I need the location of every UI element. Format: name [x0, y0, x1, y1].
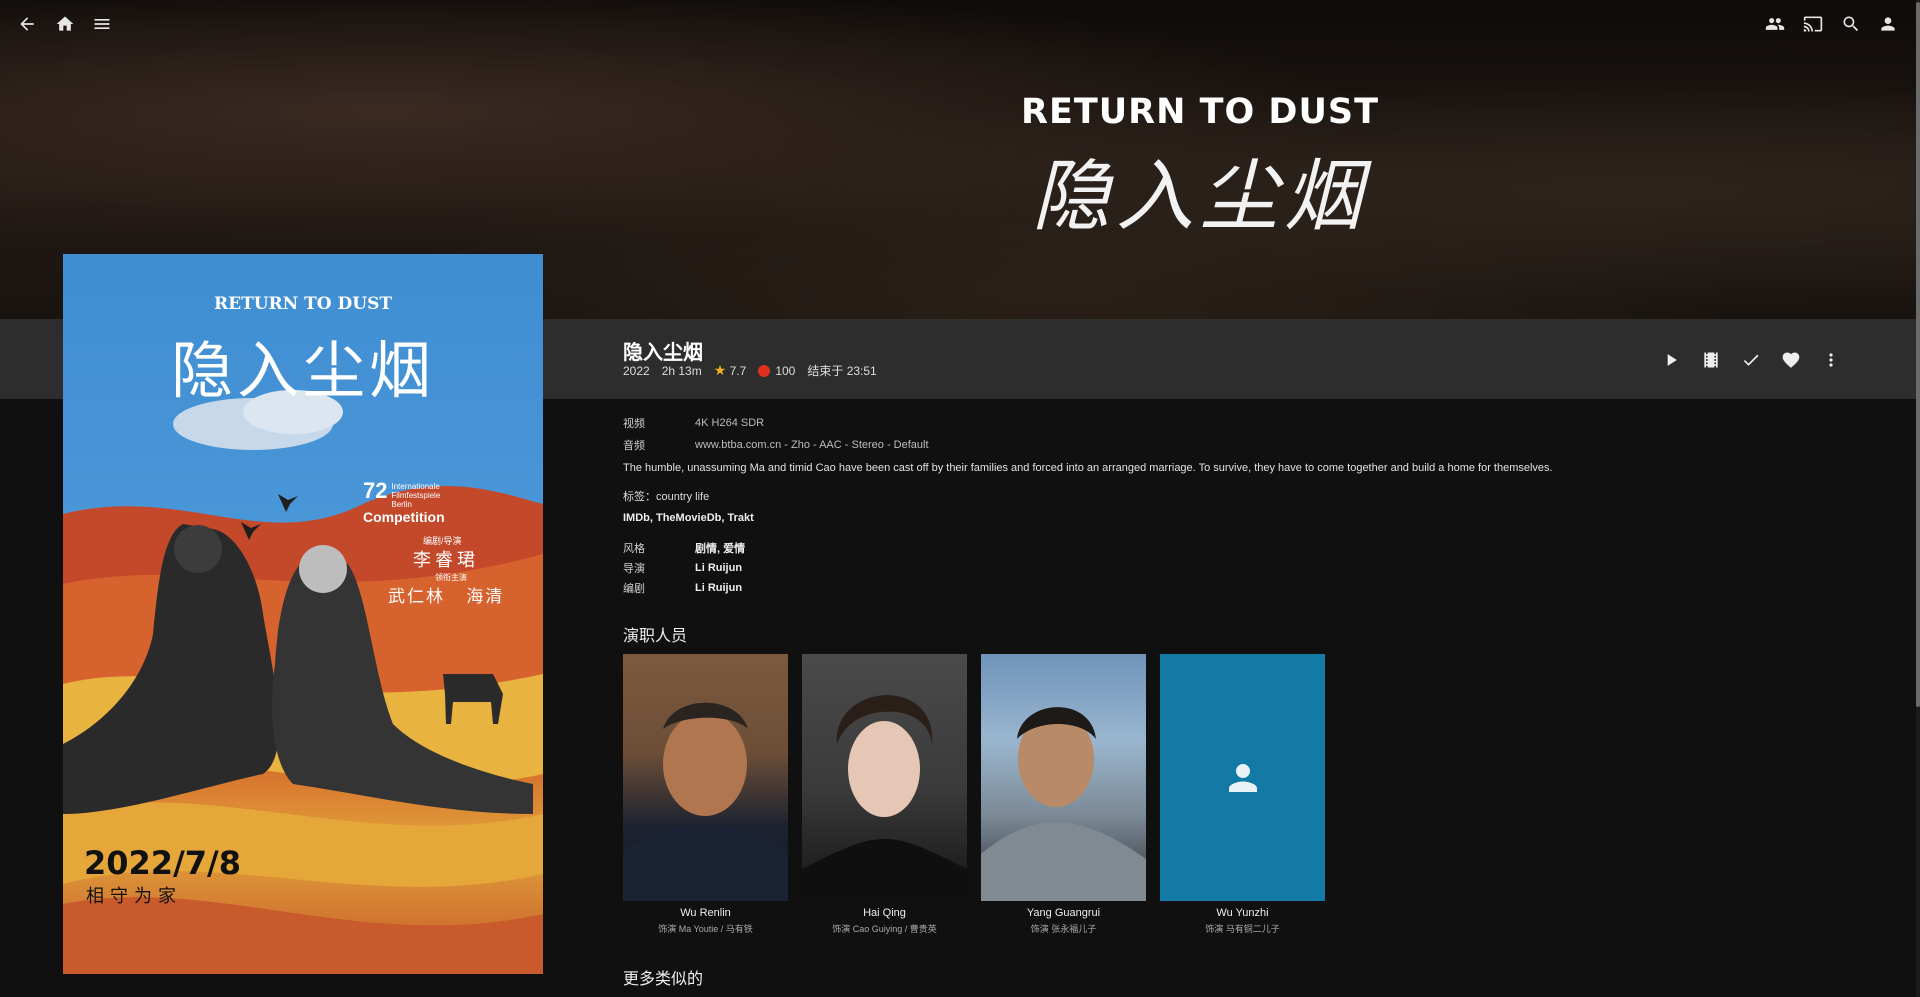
logo-english-title: RETURN TO DUST: [1021, 92, 1379, 132]
cast-photo[interactable]: [623, 654, 788, 901]
critic-rating-value: 100: [775, 363, 796, 378]
back-button[interactable]: [11, 8, 43, 40]
cast-role: 饰演 张永福儿子: [1030, 924, 1097, 934]
trailer-button[interactable]: [1695, 344, 1727, 376]
sync-play-button[interactable]: [1759, 8, 1791, 40]
item-runtime: 2h 13m: [661, 363, 702, 378]
favorite-heart-icon: [1782, 352, 1800, 368]
cast-name: Wu Yunzhi: [1216, 907, 1269, 919]
cast-button[interactable]: [1797, 8, 1829, 40]
back-arrow-icon: [20, 17, 34, 31]
more-button[interactable]: [1815, 344, 1847, 376]
mark-played-button[interactable]: [1735, 344, 1767, 376]
menu-button[interactable]: [86, 8, 118, 40]
user-button[interactable]: [1872, 8, 1904, 40]
video-label: 视频: [623, 418, 645, 430]
cast-card[interactable]: Wu Yunzhi 饰演 马有铜二儿子: [1160, 654, 1325, 935]
cast-list: Wu Renlin 饰演 Ma Youtie / 马有铁 Hai Qing 饰演…: [623, 654, 1325, 935]
external-links[interactable]: IMDb, TheMovieDb, Trakt: [623, 512, 1903, 524]
poster-release-date: 2022/7/8: [84, 844, 241, 882]
cast-card[interactable]: Wu Renlin 饰演 Ma Youtie / 马有铁: [623, 654, 788, 935]
search-icon: [1843, 16, 1859, 32]
item-year: 2022: [623, 363, 650, 378]
director-value[interactable]: Li Ruijun: [695, 562, 742, 574]
details-section: 视频 4K H264 SDR 音频 www.btba.com.cn - Zho …: [623, 412, 1903, 598]
person-portrait: [802, 695, 967, 901]
credits-block: 风格 剧情, 爱情 导演 Li Ruijun 编剧 Li Ruijun: [623, 538, 1903, 598]
video-info-row: 视频 4K H264 SDR: [623, 412, 1903, 434]
ends-at: 结束于 23:51: [807, 364, 877, 378]
poster-award-number: 72: [363, 478, 388, 503]
writer-label: 编剧: [623, 583, 645, 595]
critic-rating: 100: [758, 364, 795, 378]
cast-icon: [1803, 16, 1823, 32]
genre-value[interactable]: 剧情, 爱情: [695, 540, 745, 556]
director-row: 导演 Li Ruijun: [623, 558, 1903, 578]
item-title: 隐入尘烟: [623, 342, 703, 364]
genre-row: 风格 剧情, 爱情: [623, 538, 1903, 558]
director-label: 导演: [623, 563, 645, 575]
cast-photo[interactable]: [981, 654, 1146, 901]
title-logo: RETURN TO DUST 隐入尘烟: [1020, 92, 1380, 246]
audio-info-row[interactable]: 音频 www.btba.com.cn - Zho - AAC - Stereo …: [623, 434, 1903, 456]
poster-image[interactable]: RETURN TO DUST 隐入尘烟 72 Internationale Fi…: [63, 254, 543, 974]
poster-tagline: 相守为家: [86, 886, 182, 907]
cast-section-title: 演职人员: [623, 628, 688, 645]
person-portrait: [623, 702, 788, 901]
cast-role: 饰演 Cao Guiying / 曹贵英: [832, 924, 937, 934]
poster-award-text: Competition: [363, 509, 445, 525]
trailer-icon: [1704, 352, 1718, 368]
audio-label: 音频: [623, 440, 645, 452]
home-button[interactable]: [49, 8, 81, 40]
play-button[interactable]: [1655, 344, 1687, 376]
poster-title-chinese: 隐入尘烟: [170, 334, 435, 407]
logo-chinese-title: 隐入尘烟: [1031, 152, 1368, 242]
cast-name: Wu Renlin: [680, 907, 731, 919]
cast-role: 饰演 Ma Youtie / 马有铁: [658, 924, 753, 934]
writer-value[interactable]: Li Ruijun: [695, 582, 742, 594]
user-icon: [1881, 17, 1895, 31]
writer-row: 编剧 Li Ruijun: [623, 578, 1903, 598]
tags-line[interactable]: 标签：country life: [623, 488, 1903, 504]
cast-card[interactable]: Hai Qing 饰演 Cao Guiying / 曹贵英: [802, 654, 967, 935]
home-icon: [56, 16, 74, 31]
page-scrollbar[interactable]: [1916, 0, 1920, 997]
genre-label: 风格: [623, 543, 645, 555]
header-bar: [0, 0, 1920, 50]
action-buttons: [1655, 344, 1847, 376]
more-vert-icon: [1829, 353, 1833, 367]
community-rating: ★ 7.7: [714, 362, 747, 379]
video-value: 4K H264 SDR: [695, 417, 765, 429]
poster-festival-laurel: 72 Internationale Filmfestspiele Berlin …: [363, 480, 445, 526]
person-placeholder-icon: [1228, 763, 1257, 792]
community-rating-value: 7.7: [729, 364, 747, 378]
person-portrait: [981, 707, 1146, 901]
cast-name: Yang Guangrui: [1026, 907, 1101, 919]
cast-photo[interactable]: [802, 654, 967, 901]
scrollbar-thumb[interactable]: [1916, 2, 1920, 707]
cast-name: Hai Qing: [863, 907, 906, 919]
poster-cast: 武仁林 海清: [388, 587, 505, 607]
menu-icon: [94, 19, 110, 29]
play-icon: [1667, 354, 1677, 366]
audio-value[interactable]: www.btba.com.cn - Zho - AAC - Stereo - D…: [695, 439, 929, 451]
star-icon: ★: [713, 362, 727, 378]
sync-play-icon: [1765, 18, 1785, 30]
tomato-icon: [758, 364, 771, 377]
poster-festival-name: Internationale Filmfestspiele Berlin: [391, 482, 441, 509]
poster-director: 李睿珺: [413, 550, 479, 571]
favorite-button[interactable]: [1775, 344, 1807, 376]
cast-role: 饰演 马有铜二儿子: [1205, 924, 1280, 934]
cast-photo-placeholder[interactable]: [1160, 654, 1325, 901]
overview-text: The humble, unassuming Ma and timid Cao …: [623, 462, 1553, 474]
played-check-icon: [1743, 354, 1759, 366]
poster-title-english: RETURN TO DUST: [213, 294, 393, 314]
item-meta: 2022 2h 13m ★ 7.7 100 结束于 23:51: [623, 362, 877, 379]
cast-card[interactable]: Yang Guangrui 饰演 张永福儿子: [981, 654, 1146, 935]
similar-section-title: 更多类似的: [623, 971, 704, 988]
search-button[interactable]: [1835, 8, 1867, 40]
